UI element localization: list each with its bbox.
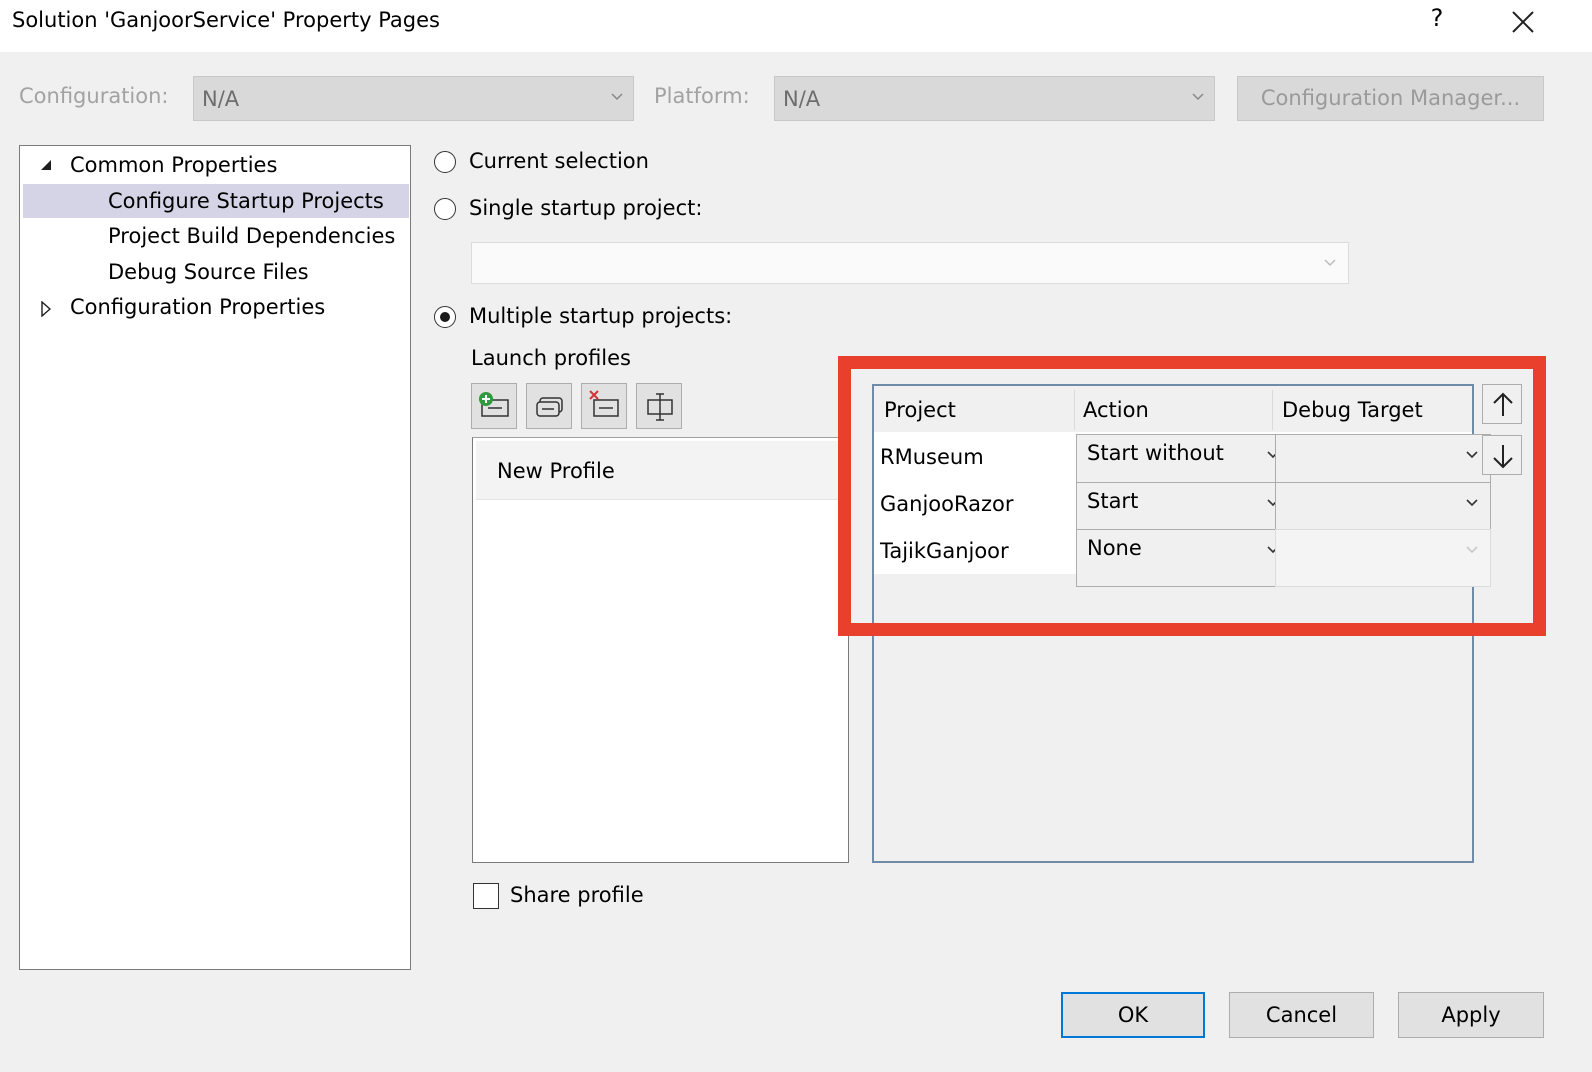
tree-item-common-properties[interactable]: Common Properties (70, 148, 277, 182)
single-startup-radio[interactable] (434, 198, 456, 220)
add-profile-icon (479, 392, 509, 417)
multiple-startup-label: Multiple startup projects: (469, 304, 733, 328)
add-profile-button[interactable] (471, 383, 517, 429)
tree-item-debug-source-files[interactable]: Debug Source Files (108, 255, 309, 289)
rename-profile-icon (647, 393, 673, 421)
copy-profile-icon (536, 397, 563, 417)
configuration-manager-button[interactable]: Configuration Manager... (1237, 76, 1544, 121)
help-button[interactable]: ? (1422, 4, 1452, 32)
configuration-value: N/A (202, 87, 240, 111)
cancel-button[interactable]: Cancel (1229, 992, 1374, 1038)
list-item[interactable]: New Profile (476, 441, 846, 500)
remove-profile-icon (589, 390, 619, 417)
rename-profile-button[interactable] (636, 383, 682, 429)
multiple-startup-radio[interactable] (434, 306, 456, 328)
ok-button[interactable]: OK (1061, 992, 1205, 1038)
platform-label: Platform: (654, 84, 750, 108)
profile-name: New Profile (497, 459, 615, 483)
tree-item-configure-startup-projects[interactable]: Configure Startup Projects (108, 184, 384, 218)
tree-item-project-build-dependencies[interactable]: Project Build Dependencies (108, 219, 395, 253)
property-tree: Common Properties Configure Startup Proj… (19, 145, 411, 970)
current-selection-radio[interactable] (434, 151, 456, 173)
current-selection-label: Current selection (469, 149, 649, 173)
configuration-select[interactable]: N/A (193, 76, 634, 121)
chevron-down-icon (1192, 93, 1204, 101)
radio-selected-dot (440, 312, 450, 322)
platform-select[interactable]: N/A (774, 76, 1215, 121)
single-startup-project-select[interactable] (471, 242, 1349, 284)
share-profile-checkbox[interactable] (473, 883, 499, 909)
launch-profiles-list: New Profile (472, 437, 849, 863)
apply-button[interactable]: Apply (1398, 992, 1544, 1038)
platform-value: N/A (783, 87, 821, 111)
configuration-label: Configuration: (19, 84, 169, 108)
remove-profile-button[interactable] (581, 383, 627, 429)
close-button[interactable] (1505, 0, 1545, 44)
share-profile-label: Share profile (510, 883, 644, 907)
copy-profile-button[interactable] (526, 383, 572, 429)
chevron-down-icon (611, 93, 623, 101)
single-startup-label: Single startup project: (469, 196, 703, 220)
tree-item-configuration-properties[interactable]: Configuration Properties (70, 290, 325, 324)
window-title: Solution 'GanjoorService' Property Pages (12, 8, 440, 32)
chevron-down-icon (1324, 259, 1336, 267)
expanded-triangle-icon[interactable] (40, 159, 52, 171)
launch-profiles-label: Launch profiles (471, 346, 631, 370)
collapsed-triangle-icon[interactable] (41, 301, 51, 317)
highlight-annotation-box (838, 356, 1546, 636)
close-icon (1512, 11, 1534, 33)
